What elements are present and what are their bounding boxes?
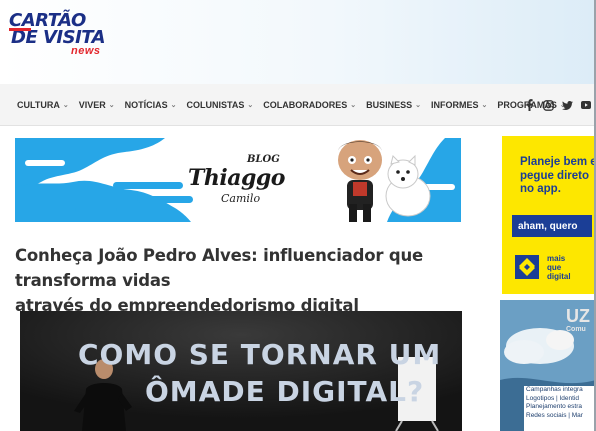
banner-surname: Camilo: [221, 192, 261, 205]
chevron-down-icon: ⌄: [247, 101, 254, 109]
nav-item-colunistas[interactable]: COLUNISTAS ⌄: [186, 100, 253, 110]
chevron-down-icon: ⌄: [62, 101, 69, 109]
nav-item-informes[interactable]: INFORMES ⌄: [431, 100, 487, 110]
ad-uz-line: Redes sociais | Mar: [526, 411, 583, 419]
ad-uz-line: Campanhas integra: [526, 386, 583, 393]
logo-news: news: [71, 45, 101, 57]
chevron-down-icon: ⌄: [170, 101, 177, 109]
ad-uz-line: Planejamento estra: [526, 403, 583, 410]
main-nav: CULTURA ⌄ VIVER ⌄ NOTÍCIAS ⌄ COLUNISTAS ⌄ CO…: [0, 84, 596, 126]
ad-bb-line3: no app.: [520, 183, 561, 195]
ad-bb-tagline-2: que: [547, 263, 562, 272]
nav-item-viver[interactable]: VIVER ⌄: [79, 100, 115, 110]
stage-background: [20, 311, 462, 431]
social-links: [522, 84, 593, 126]
ad-bb-line2: pegue direto: [520, 169, 590, 182]
nav-item-label: NOTÍCIAS: [124, 99, 168, 110]
nav-item-noticias[interactable]: NOTÍCIAS ⌄: [125, 100, 177, 110]
ad-uz-line: Logotipos | Identid: [526, 394, 580, 402]
logo-accent-bar: [9, 28, 31, 31]
ad-uz-subtitle: Comu: [566, 326, 586, 333]
chevron-down-icon: ⌄: [108, 101, 115, 109]
image-text-line2: ÔMADE DIGITAL?: [145, 375, 425, 408]
facebook-icon[interactable]: [522, 98, 536, 112]
banco-do-brasil-logo-icon: [515, 255, 539, 279]
ad-uz-services-box: Campanhas integra Logotipos | Identid Pl…: [524, 386, 596, 431]
ad-banco-do-brasil[interactable]: Planeje bem e pegue direto no app. aham,…: [502, 136, 596, 294]
chevron-down-icon: ⌄: [415, 101, 421, 109]
ad-uz-title: UZ: [566, 306, 590, 326]
youtube-icon[interactable]: [579, 98, 593, 112]
site-header: CARTÃO DE VISITA news: [0, 0, 596, 84]
article-title-line1: Conheça João Pedro Alves: influenciador …: [15, 246, 423, 290]
ad-bb-line1: Planeje bem e: [520, 156, 596, 168]
nav-item-label: COLABORADORES: [263, 99, 348, 110]
chevron-down-icon: ⌄: [350, 101, 357, 109]
chevron-down-icon: ⌄: [481, 101, 488, 109]
nav-item-business[interactable]: BUSINESS ⌄: [366, 100, 421, 110]
twitter-icon[interactable]: [560, 98, 574, 112]
article-image[interactable]: COMO SE TORNAR UM ÔMADE DIGITAL?: [20, 311, 462, 431]
site-logo[interactable]: CARTÃO DE VISITA news: [9, 12, 121, 60]
ad-bb-tagline: mais que digital: [547, 254, 571, 281]
banner-blog-word: BLOG: [247, 154, 280, 165]
nav-item-label: INFORMES: [430, 99, 479, 110]
article-title[interactable]: Conheça João Pedro Alves: influenciador …: [15, 243, 485, 318]
image-text-line1: COMO SE TORNAR UM: [78, 338, 442, 371]
nav-item-label: VIVER: [78, 99, 106, 110]
instagram-icon[interactable]: [541, 98, 555, 112]
dog-illustration: [385, 154, 431, 217]
banner-name: Thiaggo: [188, 165, 285, 191]
nav-item-label: CULTURA: [17, 99, 60, 110]
nav-item-label: COLUNISTAS: [186, 99, 245, 110]
ad-uz-comunicacao[interactable]: UZ Comu Campanhas integra Logotipos | Id…: [500, 300, 596, 431]
logo-line2: DE VISITA: [11, 27, 106, 48]
ad-bb-cta-button[interactable]: aham, quero: [512, 215, 592, 237]
nav-item-colaboradores[interactable]: COLABORADORES ⌄: [263, 100, 356, 110]
blog-banner[interactable]: BLOG Thiaggo Camilo: [15, 138, 461, 222]
caricature-person: [338, 140, 382, 222]
ad-bb-tagline-1: mais: [547, 254, 566, 263]
ad-bb-tagline-3: digital: [547, 272, 571, 281]
ad-bb-headline: Planeje bem e pegue direto no app.: [520, 156, 596, 197]
nav-item-cultura[interactable]: CULTURA ⌄: [17, 100, 69, 110]
nav-item-label: BUSINESS: [366, 99, 413, 110]
